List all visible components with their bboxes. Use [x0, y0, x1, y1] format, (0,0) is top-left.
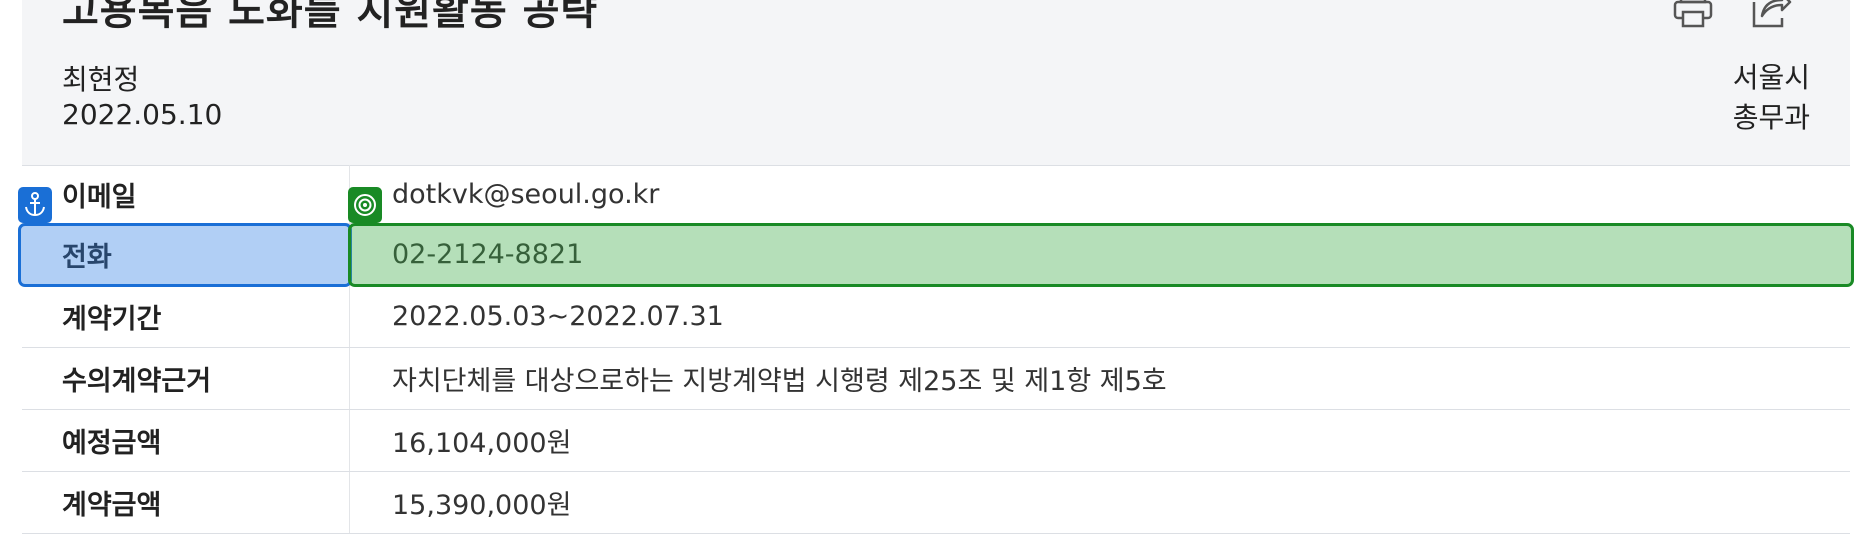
anchor-badge [18, 187, 52, 223]
print-button[interactable] [1670, 0, 1716, 32]
table-row: 계약기간 2022.05.03~2022.07.31 [22, 286, 1850, 348]
contract-period-value: 2022.05.03~2022.07.31 [392, 301, 724, 332]
row-label-estimated-amount: 예정금액 [22, 410, 350, 471]
table-row: 계약금액 15,390,000원 [22, 472, 1850, 534]
print-icon [1673, 0, 1713, 28]
page-title: 고용복음 노화를 지원활동 공략 [62, 0, 599, 34]
target-badge [348, 187, 382, 223]
anchor-highlight [18, 223, 352, 287]
row-label-email: 이메일 [22, 165, 350, 223]
target-highlight [348, 223, 1854, 287]
contract-amount-value: 15,390,000원 [392, 490, 572, 521]
row-label-contract-basis: 수의계약근거 [22, 348, 350, 409]
estimated-amount-value: 16,104,000원 [392, 428, 572, 459]
department-city: 서울시 [1732, 61, 1810, 94]
post-date: 2022.05.10 [62, 98, 223, 131]
row-label-contract-period: 계약기간 [22, 286, 350, 347]
department-office: 총무과 [1732, 101, 1810, 134]
department: 서울시 총무과 [1733, 58, 1810, 138]
target-icon [354, 194, 376, 216]
table-row: 이메일 dotkvk@seoul.go.kr [22, 165, 1850, 224]
info-table: 이메일 dotkvk@seoul.go.kr 전화 02-2124-8821 계… [18, 165, 1854, 534]
author-name: 최현정 [62, 63, 140, 96]
share-icon [1752, 0, 1792, 28]
document-header: 고용복음 노화를 지원활동 공략 최현정 2022.05.10 서울시 총무과 [22, 0, 1850, 166]
share-button[interactable] [1748, 0, 1794, 32]
table-row: 수의계약근거 자치단체를 대상으로하는 지방계약법 시행령 제25조 및 제1항… [22, 348, 1850, 410]
anchor-icon [25, 192, 45, 217]
row-label-contract-amount: 계약금액 [22, 472, 350, 533]
email-value[interactable]: dotkvk@seoul.go.kr [350, 165, 1850, 223]
contract-basis-value: 자치단체를 대상으로하는 지방계약법 시행령 제25조 및 제1항 제5호 [392, 366, 1167, 397]
table-row: 예정금액 16,104,000원 [22, 410, 1850, 472]
page-container: 고용복음 노화를 지원활동 공략 최현정 2022.05.10 서울시 총무과 … [18, 0, 1854, 534]
